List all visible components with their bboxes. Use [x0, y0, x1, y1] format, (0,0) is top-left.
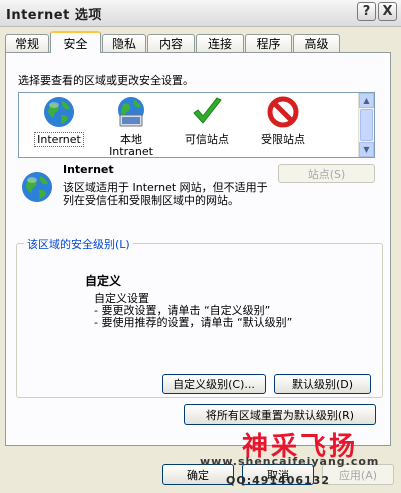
- tab-privacy[interactable]: 隐私: [102, 34, 146, 52]
- selected-zone-description: 该区域适用于 Internet 网站，但不适用于列在受信任和受限制区域中的网站。: [63, 181, 268, 207]
- watermark-url: www.shencaifeiyang.com: [200, 455, 380, 468]
- custom-level-button[interactable]: 自定义级别(C)...: [162, 374, 266, 394]
- zone-internet-label: Internet: [34, 132, 84, 147]
- watermark-qq: QQ:491406132: [226, 474, 330, 487]
- restricted-icon: [267, 96, 299, 128]
- zone-local-intranet[interactable]: 本地 Intranet: [95, 93, 167, 158]
- tab-content[interactable]: 内容: [147, 34, 195, 52]
- window-title: Internet 选项: [6, 8, 102, 23]
- zone-list[interactable]: Internet 本地 Intranet 可信站点 受限站点 ▲ ▼: [18, 92, 375, 158]
- zone-list-scrollbar[interactable]: ▲ ▼: [358, 93, 374, 157]
- tab-advanced[interactable]: 高级: [293, 34, 340, 52]
- security-level-bullet-2: - 要使用推荐的设置，请单击 “默认级别”: [94, 316, 293, 329]
- zone-restricted-sites[interactable]: 受限站点: [247, 93, 319, 146]
- globe-icon: [44, 97, 74, 127]
- zones-prompt: 选择要查看的区域或更改安全设置。: [18, 74, 194, 87]
- help-button[interactable]: ?: [357, 2, 376, 21]
- scroll-thumb[interactable]: [360, 109, 373, 141]
- close-button[interactable]: X: [378, 2, 397, 21]
- reset-all-zones-button[interactable]: 将所有区域重置为默认级别(R): [184, 404, 376, 425]
- zone-internet[interactable]: Internet: [23, 93, 95, 147]
- security-level-group-label: 该区域的安全级别(L): [24, 236, 133, 252]
- zone-trusted-sites-label: 可信站点: [185, 133, 229, 146]
- selected-zone-globe-icon: [22, 172, 52, 202]
- zone-restricted-sites-label: 受限站点: [261, 133, 305, 146]
- default-level-button[interactable]: 默认级别(D): [274, 374, 371, 394]
- tab-general[interactable]: 常规: [5, 34, 49, 52]
- sites-button[interactable]: 站点(S): [278, 164, 375, 183]
- tab-security[interactable]: 安全: [50, 31, 101, 53]
- tab-connections[interactable]: 连接: [196, 34, 244, 52]
- zone-trusted-sites[interactable]: 可信站点: [171, 93, 243, 146]
- local-intranet-icon: [118, 97, 144, 127]
- selected-zone-name: Internet: [63, 163, 114, 176]
- zone-local-intranet-label2: Intranet: [109, 145, 153, 158]
- security-level-name: 自定义: [85, 274, 122, 288]
- tab-programs[interactable]: 程序: [245, 34, 292, 52]
- scroll-down-icon[interactable]: ▼: [359, 142, 374, 157]
- checkmark-icon: [193, 97, 222, 124]
- scroll-up-icon[interactable]: ▲: [359, 93, 374, 108]
